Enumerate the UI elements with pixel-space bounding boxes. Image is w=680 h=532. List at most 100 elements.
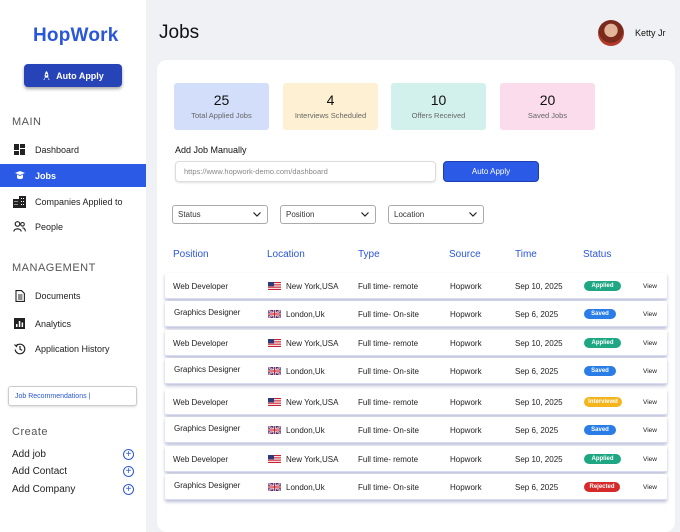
cell-position: Web Developer (173, 339, 228, 348)
view-link[interactable]: View (643, 427, 657, 434)
position-filter[interactable]: Position (280, 205, 376, 224)
cell-location: London,Uk (267, 482, 325, 492)
table-row[interactable]: Graphics Designer London,Uk Full time- On-… (165, 474, 667, 500)
add-company-item[interactable]: Add Company + (12, 484, 134, 495)
cell-type: Full time- On-site (358, 310, 419, 319)
us-flag-icon (268, 282, 281, 290)
us-flag-icon (268, 455, 281, 463)
stat-card-offers: 10 Offers Received (391, 83, 486, 130)
cell-type: Full time- remote (358, 339, 419, 348)
cell-time: Sep 10, 2025 (515, 455, 563, 464)
column-header-status[interactable]: Status (583, 249, 611, 260)
chevron-down-icon (361, 212, 369, 217)
us-flag-icon (268, 398, 281, 406)
uk-flag-icon (267, 366, 282, 376)
cell-source: Hopwork (450, 483, 482, 492)
status-badge: Applied (584, 454, 621, 464)
view-link[interactable]: View (643, 368, 657, 375)
table-row[interactable]: Web Developer New York,USA Full time- remo… (165, 330, 667, 356)
stat-label: Total Applied Jobs (191, 111, 252, 120)
auto-apply-submit-button[interactable]: Auto Apply (443, 161, 539, 182)
status-badge: Saved (584, 309, 616, 319)
sidebar-item-dashboard[interactable]: Dashboard (0, 138, 146, 161)
us-flag-icon (268, 339, 281, 347)
location-filter[interactable]: Location (388, 205, 484, 224)
chevron-down-icon (253, 212, 261, 217)
stat-label: Offers Received (411, 111, 466, 120)
stat-value: 4 (326, 92, 335, 108)
plus-icon[interactable]: + (123, 449, 134, 460)
cell-position: Web Developer (173, 455, 228, 464)
avatar[interactable] (598, 20, 624, 46)
cell-time: Sep 10, 2025 (515, 398, 563, 407)
view-link[interactable]: View (643, 340, 657, 347)
location-text: New York,USA (286, 282, 339, 291)
building-icon (13, 195, 26, 208)
sidebar-item-analytics[interactable]: Analytics (0, 312, 146, 335)
view-link[interactable]: View (643, 484, 657, 491)
add-job-label: Add Job Manually (175, 145, 247, 155)
sidebar-item-people[interactable]: People (0, 215, 146, 238)
view-link[interactable]: View (643, 311, 657, 318)
add-job-item[interactable]: Add job + (12, 449, 134, 460)
create-item-label: Add Company (12, 484, 76, 495)
cell-position: Graphics Designer (174, 365, 241, 374)
page-title: Jobs (159, 22, 200, 43)
column-header-source[interactable]: Source (449, 249, 481, 260)
column-header-position[interactable]: Position (173, 249, 209, 260)
auto-apply-button[interactable]: Auto Apply (24, 64, 122, 87)
sidebar-item-application-history[interactable]: Application History (0, 337, 146, 360)
user-name[interactable]: Ketty Jr (635, 28, 666, 38)
sidebar-item-companies[interactable]: Companies Applied to (0, 190, 146, 213)
cell-time: Sep 10, 2025 (515, 282, 563, 291)
stat-value: 20 (539, 92, 556, 108)
create-item-label: Add Contact (12, 466, 68, 477)
column-header-type[interactable]: Type (358, 249, 380, 260)
sidebar-item-label: Application History (35, 343, 110, 354)
history-icon (13, 342, 26, 355)
analytics-icon (13, 317, 26, 330)
auto-apply-label: Auto Apply (56, 70, 104, 81)
cell-time: Sep 6, 2025 (515, 367, 559, 376)
job-url-input[interactable]: https://www.hopwork-demo.com/dashboard (175, 161, 436, 182)
cell-location: New York,USA (268, 398, 338, 407)
sidebar-item-label: Documents (35, 290, 81, 301)
plus-icon[interactable]: + (123, 484, 134, 495)
cell-type: Full time- remote (358, 282, 419, 291)
table-row[interactable]: Web Developer New York,USA Full time- remo… (165, 389, 667, 415)
sidebar-item-label: People (35, 221, 64, 232)
sidebar-item-jobs[interactable]: Jobs (0, 164, 146, 187)
sidebar-item-label: Dashboard (35, 144, 80, 155)
cell-source: Hopwork (450, 455, 482, 464)
cell-source: Hopwork (450, 398, 482, 407)
add-contact-item[interactable]: Add Contact + (12, 466, 134, 477)
cell-source: Hopwork (450, 339, 482, 348)
column-header-time[interactable]: Time (515, 249, 537, 260)
location-text: London,Uk (286, 426, 325, 435)
view-link[interactable]: View (643, 456, 657, 463)
table-row[interactable]: Web Developer New York,USA Full time- remo… (165, 446, 667, 472)
cell-time: Sep 10, 2025 (515, 339, 563, 348)
sidebar-item-label: Jobs (35, 170, 57, 181)
sidebar-item-documents[interactable]: Documents (0, 284, 146, 307)
cell-location: London,Uk (267, 309, 325, 319)
create-item-label: Add job (12, 449, 46, 460)
location-text: London,Uk (286, 367, 325, 376)
location-text: New York,USA (286, 455, 339, 464)
table-row[interactable]: Graphics Designer London,Uk Full time- On-… (165, 358, 667, 384)
status-badge: Saved (584, 366, 616, 376)
view-link[interactable]: View (643, 399, 657, 406)
status-filter[interactable]: Status (172, 205, 268, 224)
cell-location: New York,USA (268, 282, 338, 291)
filter-label: Location (394, 210, 425, 219)
cell-type: Full time- remote (358, 398, 419, 407)
table-row[interactable]: Web Developer New York,USA Full time- remo… (165, 273, 667, 299)
status-badge: Applied (584, 281, 621, 291)
cell-source: Hopwork (450, 282, 482, 291)
view-link[interactable]: View (643, 283, 657, 290)
column-header-location[interactable]: Location (267, 249, 305, 260)
job-recommendations-input[interactable]: Job Recommendations | (8, 386, 137, 406)
plus-icon[interactable]: + (123, 466, 134, 477)
table-row[interactable]: Graphics Designer London,Uk Full time- On-… (165, 417, 667, 443)
table-row[interactable]: Graphics Designer London,Uk Full time- On-… (165, 301, 667, 327)
